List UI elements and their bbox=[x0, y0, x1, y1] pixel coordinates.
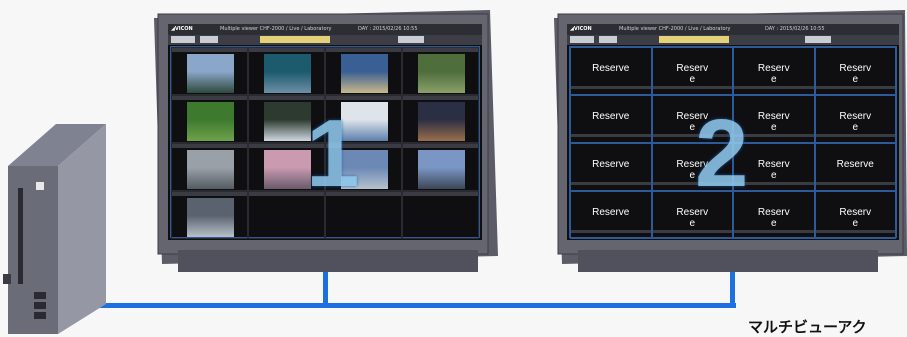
camera-cell[interactable] bbox=[171, 191, 248, 239]
layout-button[interactable] bbox=[805, 36, 831, 43]
cell-header bbox=[815, 86, 895, 89]
cell-header bbox=[652, 86, 732, 89]
camera-cell[interactable] bbox=[171, 95, 248, 143]
tab-camera[interactable] bbox=[200, 36, 218, 43]
camera-thumbnail bbox=[264, 150, 311, 189]
datetime: DAY : 2015/02/26 10:55 bbox=[358, 26, 418, 32]
cell-header bbox=[815, 182, 895, 185]
cell-header bbox=[403, 192, 478, 196]
cell-header bbox=[815, 134, 895, 137]
camera-cell[interactable] bbox=[402, 143, 479, 191]
monitor-number: 2 bbox=[695, 100, 749, 207]
reserve-cell[interactable]: Reserv e bbox=[814, 47, 896, 95]
reserve-label: Reserve bbox=[836, 159, 874, 170]
reserve-cell[interactable]: Reserve bbox=[814, 143, 896, 191]
camera-cell[interactable] bbox=[171, 47, 248, 95]
cable-horizontal bbox=[76, 303, 736, 308]
camera-cell[interactable] bbox=[325, 47, 402, 95]
reserve-label: Reserv e bbox=[839, 63, 872, 85]
camera-thumbnail bbox=[187, 150, 234, 189]
reserve-label: Reserv e bbox=[757, 63, 790, 85]
reserve-label: Reserve bbox=[592, 63, 630, 74]
cell-header bbox=[172, 48, 247, 52]
reserve-cell[interactable]: Reserv e bbox=[814, 95, 896, 143]
cell-header bbox=[403, 48, 478, 52]
camera-thumbnail bbox=[187, 102, 234, 141]
app-titlebar: ◢VICON Multiple viewer CHF-2000 / Live /… bbox=[168, 24, 482, 35]
cell-header bbox=[734, 86, 814, 89]
reserve-label: Reserv e bbox=[839, 207, 872, 229]
reserve-label: Reserv e bbox=[676, 207, 709, 229]
app-title: Multiple viewer CHF-2000 / Live / Labora… bbox=[220, 26, 332, 32]
cell-header bbox=[172, 144, 247, 148]
reserve-label: Reserv e bbox=[676, 63, 709, 85]
reserve-cell[interactable]: Reserv e bbox=[733, 47, 815, 95]
camera-cell[interactable] bbox=[402, 95, 479, 143]
reserve-cell[interactable]: Reserv e bbox=[814, 191, 896, 239]
cell-header bbox=[571, 86, 651, 89]
monitor-1-screen: ◢VICON Multiple viewer CHF-2000 / Live /… bbox=[168, 24, 482, 240]
app-logo: ◢VICON bbox=[171, 26, 193, 32]
cell-header bbox=[249, 48, 324, 52]
cell-header bbox=[326, 48, 401, 52]
tab-all[interactable] bbox=[570, 36, 594, 43]
camera-thumbnail bbox=[341, 54, 388, 93]
camera-select[interactable] bbox=[659, 36, 729, 43]
reserve-label: Reserv e bbox=[757, 207, 790, 229]
cell-header bbox=[652, 230, 732, 233]
app-toolbar bbox=[168, 35, 482, 45]
reserve-cell[interactable]: Reserve bbox=[570, 191, 652, 239]
layout-button[interactable] bbox=[398, 36, 424, 43]
reserve-label: Reserve bbox=[592, 111, 630, 122]
cell-header bbox=[734, 230, 814, 233]
camera-thumbnail bbox=[187, 54, 234, 93]
app-title: Multiple viewer CHF-2000 / Live / Labora… bbox=[619, 26, 731, 32]
camera-thumbnail bbox=[418, 150, 465, 189]
monitor-2-screen: ◢VICON Multiple viewer CHF-2000 / Live /… bbox=[567, 24, 899, 240]
reserve-cell[interactable]: Reserve bbox=[570, 95, 652, 143]
monitor-number: 1 bbox=[306, 100, 360, 207]
camera-cell[interactable] bbox=[402, 191, 479, 239]
cell-header bbox=[403, 144, 478, 148]
camera-thumbnail bbox=[418, 102, 465, 141]
cell-header bbox=[571, 230, 651, 233]
cell-header bbox=[172, 192, 247, 196]
tab-all[interactable] bbox=[171, 36, 195, 43]
reserve-cell[interactable]: Reserve bbox=[570, 143, 652, 191]
reserve-label: Reserve bbox=[592, 207, 630, 218]
cell-header bbox=[403, 96, 478, 100]
app-logo: ◢VICON bbox=[570, 26, 592, 32]
cell-header bbox=[172, 96, 247, 100]
camera-thumbnail bbox=[264, 102, 311, 141]
reserve-label: Reserve bbox=[592, 159, 630, 170]
camera-select[interactable] bbox=[260, 36, 330, 43]
app-titlebar: ◢VICON Multiple viewer CHF-2000 / Live /… bbox=[567, 24, 899, 35]
camera-cell[interactable] bbox=[402, 47, 479, 95]
camera-thumbnail bbox=[187, 198, 234, 237]
cell-header bbox=[571, 182, 651, 185]
tab-camera[interactable] bbox=[599, 36, 617, 43]
camera-thumbnail bbox=[264, 54, 311, 93]
datetime: DAY : 2015/02/26 10:55 bbox=[765, 26, 825, 32]
camera-thumbnail bbox=[418, 54, 465, 93]
camera-cell[interactable] bbox=[248, 47, 325, 95]
reserve-cell[interactable]: Reserve bbox=[570, 47, 652, 95]
pc-tower-body bbox=[3, 124, 106, 334]
reserve-label: Reserv e bbox=[839, 111, 872, 133]
camera-cell[interactable] bbox=[171, 143, 248, 191]
cell-header bbox=[571, 134, 651, 137]
reserve-cell[interactable]: Reserv e bbox=[651, 47, 733, 95]
cell-header bbox=[815, 230, 895, 233]
app-toolbar bbox=[567, 35, 899, 45]
